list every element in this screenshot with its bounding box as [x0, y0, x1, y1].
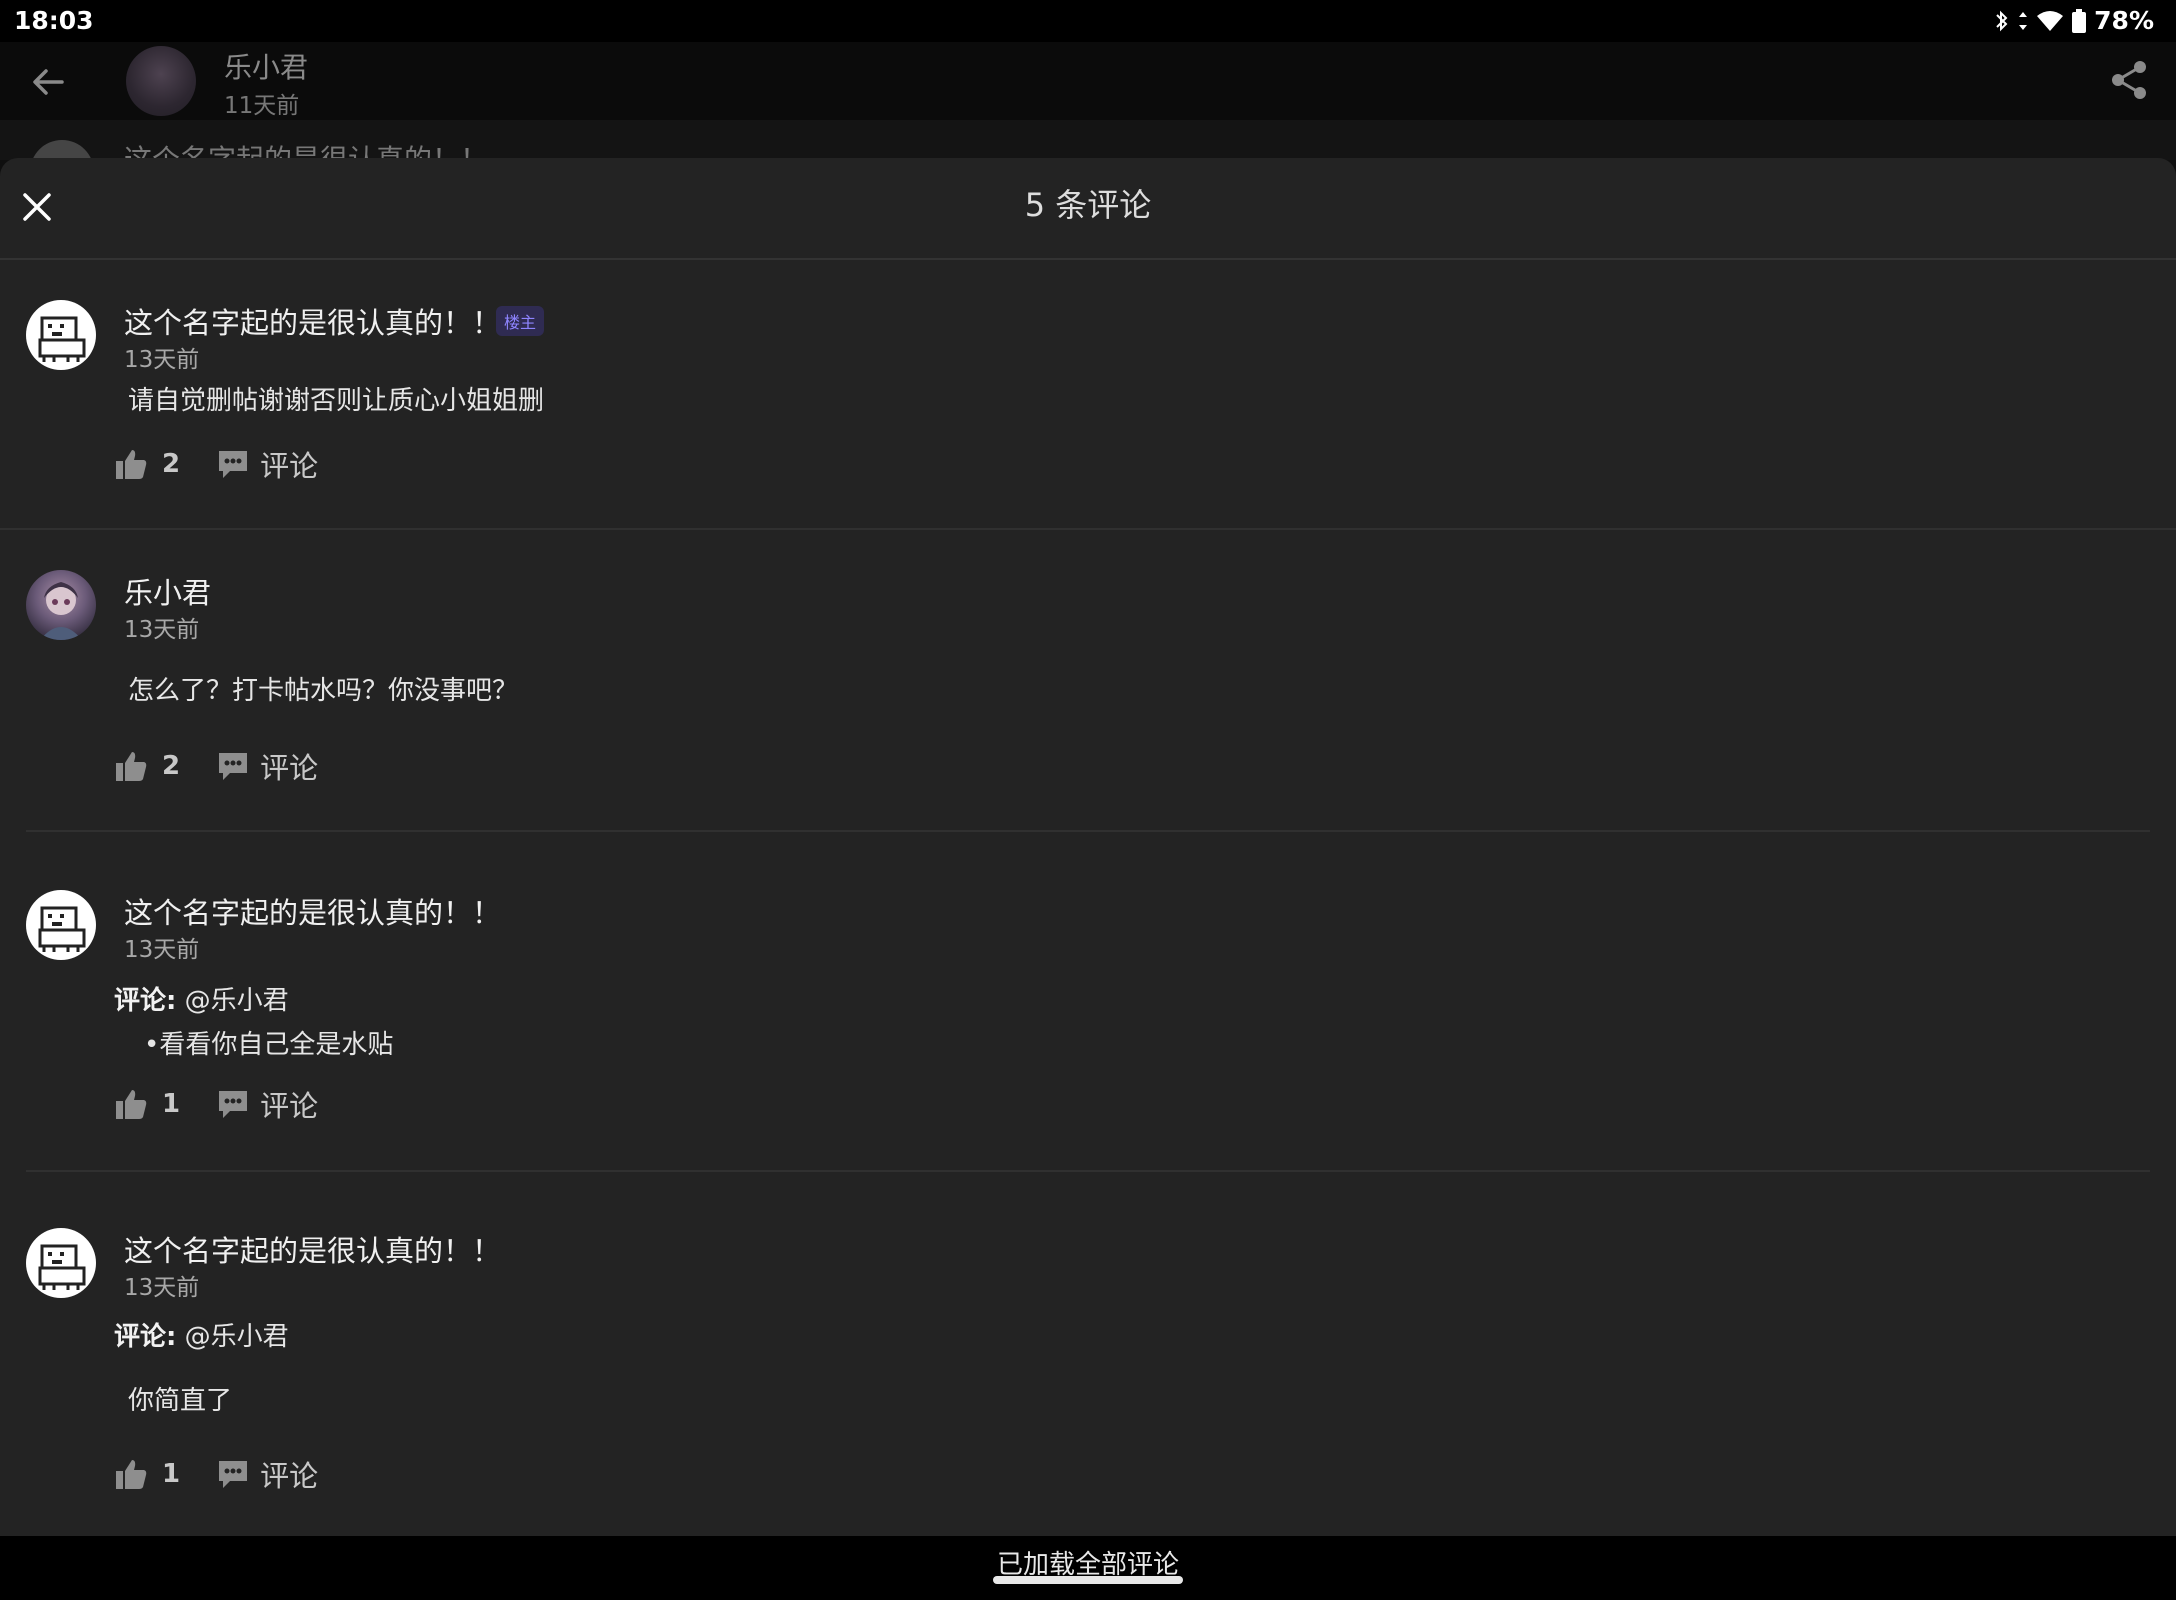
reply-button[interactable]: 评论	[216, 745, 318, 787]
share-icon[interactable]	[2110, 60, 2148, 100]
author-avatar[interactable]	[126, 46, 196, 116]
divider	[26, 830, 2150, 832]
comments-sheet: 5 条评论 这个名字起的是很认真的！！ 楼主 13天前 请自觉删帖谢谢否则让质心…	[0, 158, 2176, 1536]
reply-label: 评论	[260, 449, 319, 483]
bottom-bar: 已加载全部评论	[0, 1536, 2176, 1600]
reply-mention[interactable]: @乐小君	[185, 1322, 289, 1352]
reply-button[interactable]: 评论	[216, 1453, 318, 1495]
comment-body: •看看你自己全是水贴	[144, 1030, 394, 1060]
screen: 18:03 78% 乐小君 11天前 这个名字起的是很认真的！！ 5 条评论 这…	[0, 0, 2176, 1600]
reply-button[interactable]: 评论	[216, 443, 318, 485]
like-count: 1	[162, 1459, 181, 1489]
comment-item: 乐小君 13天前 怎么了？打卡帖水吗？你没事吧？ 2 评论	[0, 570, 2176, 830]
battery-icon	[2072, 8, 2087, 33]
comment-time: 13天前	[124, 347, 200, 373]
battery-level: 78%	[2094, 6, 2154, 35]
like-count: 1	[162, 1089, 181, 1119]
comment-body: 怎么了？打卡帖水吗？你没事吧？	[128, 676, 519, 706]
comment-actions: 2 评论	[114, 444, 318, 484]
reply-prefix: 评论:	[114, 1322, 177, 1352]
status-icons: 78%	[1994, 6, 2154, 35]
post-content-peek: 这个名字起的是很认真的！！	[0, 120, 2176, 160]
thumbs-up-icon	[116, 450, 147, 479]
author-time: 11天前	[224, 93, 300, 119]
status-time: 18:03	[14, 6, 94, 35]
data-arrows-icon	[2019, 11, 2028, 30]
comment-author[interactable]: 乐小君	[124, 570, 211, 612]
comment-item: 这个名字起的是很认真的！！ 13天前 评论: @乐小君 你简直了 1 评论	[0, 1228, 2176, 1528]
comment-author[interactable]: 这个名字起的是很认真的！！	[124, 890, 501, 932]
like-button[interactable]: 2	[114, 749, 180, 783]
comment-author[interactable]: 这个名字起的是很认真的！！	[124, 300, 501, 342]
girl-icon[interactable]	[26, 570, 96, 640]
back-arrow-icon[interactable]	[30, 64, 66, 100]
comment-body: 你简直了	[128, 1386, 233, 1416]
reply-reference: 评论: @乐小君	[114, 1316, 289, 1353]
author-name[interactable]: 乐小君	[224, 46, 308, 86]
sheet-header: 5 条评论	[0, 158, 2176, 260]
comment-item: 这个名字起的是很认真的！！ 楼主 13天前 请自觉删帖谢谢否则让质心小姐姐删 2…	[0, 300, 2176, 530]
dog-icon[interactable]	[26, 890, 96, 960]
comment-time: 13天前	[124, 937, 200, 963]
like-button[interactable]: 1	[114, 1087, 180, 1121]
dog-icon[interactable]	[26, 300, 96, 370]
dog-icon[interactable]	[26, 1228, 96, 1298]
comment-bubble-icon	[219, 1461, 248, 1488]
thumbs-up-icon	[116, 752, 147, 781]
peek-avatar	[30, 140, 94, 160]
reply-button[interactable]: 评论	[216, 1083, 318, 1125]
comment-actions: 1 评论	[114, 1084, 318, 1124]
thumbs-up-icon	[116, 1460, 147, 1489]
divider	[26, 1170, 2150, 1172]
like-button[interactable]: 2	[114, 447, 180, 481]
reply-reference: 评论: @乐小君	[114, 980, 289, 1017]
comment-actions: 1 评论	[114, 1454, 318, 1494]
wifi-icon	[2037, 10, 2064, 31]
status-bar: 18:03 78%	[0, 0, 2176, 42]
comment-bubble-icon	[219, 753, 248, 780]
comment-bubble-icon	[219, 451, 248, 478]
post-header: 乐小君 11天前	[0, 42, 2176, 120]
reply-prefix: 评论:	[114, 986, 177, 1016]
reply-label: 评论	[260, 751, 319, 785]
comment-author[interactable]: 这个名字起的是很认真的！！	[124, 1228, 501, 1270]
reply-mention[interactable]: @乐小君	[185, 986, 289, 1016]
thumbs-up-icon	[116, 1090, 147, 1119]
divider	[0, 528, 2176, 530]
comment-body: 请自觉删帖谢谢否则让质心小姐姐删	[128, 386, 545, 416]
comment-time: 13天前	[124, 617, 200, 643]
comment-actions: 2 评论	[114, 746, 318, 786]
reply-label: 评论	[260, 1459, 319, 1493]
like-button[interactable]: 1	[114, 1457, 180, 1491]
peek-text: 这个名字起的是很认真的！！	[124, 143, 489, 160]
comment-bubble-icon	[219, 1091, 248, 1118]
reply-label: 评论	[260, 1089, 319, 1123]
op-badge: 楼主	[496, 306, 545, 336]
like-count: 2	[162, 751, 181, 781]
comment-item: 这个名字起的是很认真的！！ 13天前 评论: @乐小君 •看看你自己全是水贴 1	[0, 890, 2176, 1180]
like-count: 2	[162, 449, 181, 479]
comment-time: 13天前	[124, 1275, 200, 1301]
bluetooth-icon	[1996, 10, 2008, 31]
sheet-title: 5 条评论	[1024, 186, 1152, 224]
gesture-handle[interactable]	[993, 1576, 1183, 1584]
